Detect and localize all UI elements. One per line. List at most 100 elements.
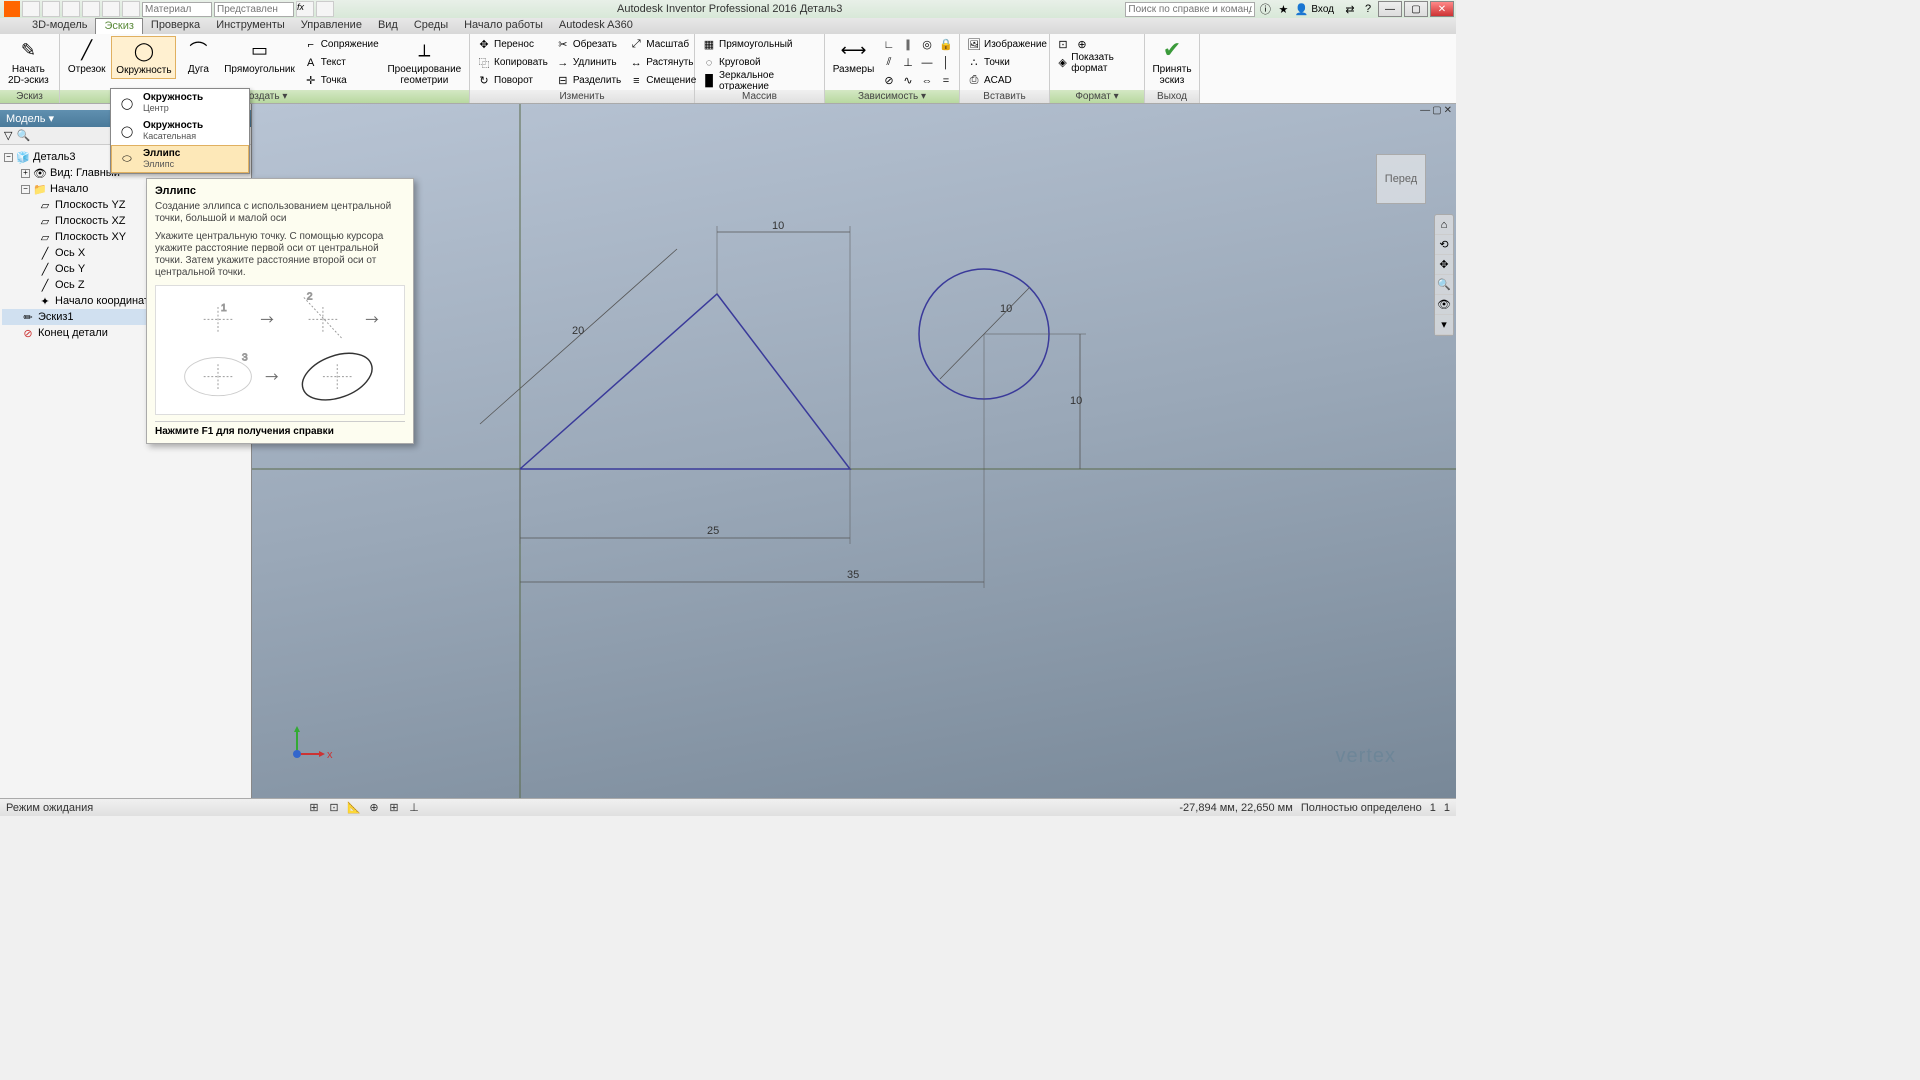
offset-button[interactable]: ≡Смещение <box>626 72 699 89</box>
tab-view[interactable]: Вид <box>370 18 406 34</box>
constraint-symmetric-icon[interactable]: ⇔ <box>918 72 936 89</box>
sketch-canvas[interactable]: 20 10 10 10 25 35 x Перед ⌂ ⟲ ✥ <box>252 104 1456 798</box>
rotate-button[interactable]: ↻Поворот <box>474 72 551 89</box>
constraint-smooth-icon[interactable]: ∿ <box>899 72 917 89</box>
scale-button[interactable]: ⤢Масштаб <box>626 36 699 53</box>
sb-icon-1[interactable]: ⊞ <box>306 801 322 815</box>
rectangle-button[interactable]: ▭Прямоугольник <box>220 36 298 77</box>
sb-icon-3[interactable]: 📐 <box>346 801 362 815</box>
split-icon: ⊟ <box>556 74 570 88</box>
doc-restore-icon[interactable]: ▢ <box>1432 105 1441 116</box>
constraint-fix-icon[interactable]: 🔒 <box>937 36 955 53</box>
material-select[interactable] <box>142 2 212 17</box>
app-logo-icon[interactable] <box>4 1 20 17</box>
constraint-coincident-icon[interactable]: ∟ <box>880 36 898 53</box>
trim-button[interactable]: ✂Обрезать <box>553 36 624 53</box>
dropdown-ellipse[interactable]: ⬭ ЭллипсЭллипс <box>111 145 249 173</box>
tab-sketch[interactable]: Эскиз <box>95 18 142 34</box>
constraint-horizontal-icon[interactable]: — <box>918 54 936 71</box>
tab-environments[interactable]: Среды <box>406 18 456 34</box>
point-button[interactable]: ✛Точка <box>301 72 382 89</box>
mirror-button[interactable]: ▐▌Зеркальное отражение <box>699 72 820 89</box>
swap-icon[interactable]: ⇄ <box>1342 2 1358 16</box>
insert-points-button[interactable]: ∴Точки <box>964 54 1050 71</box>
constraint-collinear-icon[interactable]: ∥ <box>899 36 917 53</box>
qat-fx-icon[interactable]: fx <box>296 1 314 17</box>
nav-pan-icon[interactable]: ✥ <box>1435 255 1453 275</box>
stretch-button[interactable]: ↔Растянуть <box>626 54 699 71</box>
user-icon[interactable]: 👤 <box>1293 2 1309 16</box>
tooltip-text-1: Создание эллипса с использованием центра… <box>155 201 405 225</box>
qat-undo-icon[interactable] <box>82 1 100 17</box>
nav-zoom-icon[interactable]: 🔍 <box>1435 275 1453 295</box>
qat-new-icon[interactable] <box>22 1 40 17</box>
fillet-button[interactable]: ⌐Сопряжение <box>301 36 382 53</box>
qat-home-icon[interactable] <box>122 1 140 17</box>
move-button[interactable]: ✥Перенос <box>474 36 551 53</box>
constraint-parallel-icon[interactable]: ⫽ <box>880 54 898 71</box>
circ-pattern-button[interactable]: ◌Круговой <box>699 54 820 71</box>
sb-ortho-icon[interactable]: ⊥ <box>406 801 422 815</box>
constraint-concentric-icon[interactable]: ◎ <box>918 36 936 53</box>
qat-redo-icon[interactable] <box>102 1 120 17</box>
copy-button[interactable]: ⿻Копировать <box>474 54 551 71</box>
status-bar: Режим ожидания ⊞ ⊡ 📐 ⊕ ⊞ ⊥ -27,894 мм, 2… <box>0 798 1456 816</box>
line-button[interactable]: ╱Отрезок <box>64 36 109 77</box>
qat-more-icon[interactable] <box>316 1 334 17</box>
close-button[interactable]: ✕ <box>1430 1 1454 17</box>
dropdown-circle-tangent[interactable]: ◯ ОкружностьКасательная <box>111 117 249 145</box>
sb-icon-2[interactable]: ⊡ <box>326 801 342 815</box>
format-construction-icon[interactable]: ⊡ <box>1054 36 1072 53</box>
constraint-tangent-icon[interactable]: ⊘ <box>880 72 898 89</box>
insert-acad-button[interactable]: ⎙ACAD <box>964 72 1050 89</box>
project-geometry-button[interactable]: ⟂Проецирование геометрии <box>384 36 465 88</box>
text-button[interactable]: AТекст <box>301 54 382 71</box>
filter-icon[interactable]: ▽ <box>4 129 12 142</box>
show-format-button[interactable]: ◈Показать формат <box>1054 54 1140 71</box>
star-icon[interactable]: ★ <box>1275 2 1291 16</box>
constraint-perpendicular-icon[interactable]: ⊥ <box>899 54 917 71</box>
fillet-icon: ⌐ <box>304 38 318 52</box>
extend-button[interactable]: →Удлинить <box>553 54 624 71</box>
split-button[interactable]: ⊟Разделить <box>553 72 624 89</box>
maximize-button[interactable]: ▢ <box>1404 1 1428 17</box>
info-icon[interactable]: ⓘ <box>1257 2 1273 16</box>
nav-more-icon[interactable]: ▾ <box>1435 315 1453 335</box>
nav-home-icon[interactable]: ⌂ <box>1435 215 1453 235</box>
arc-button[interactable]: ⌒Дуга <box>178 36 218 77</box>
format-centerline-icon[interactable]: ⊕ <box>1073 36 1091 53</box>
group-label-format[interactable]: Формат ▾ <box>1050 90 1144 103</box>
tab-get-started[interactable]: Начало работы <box>456 18 551 34</box>
qat-open-icon[interactable] <box>42 1 60 17</box>
group-label-constrain[interactable]: Зависимость ▾ <box>825 90 959 103</box>
login-link[interactable]: Вход <box>1311 4 1334 15</box>
constraint-vertical-icon[interactable]: │ <box>937 54 955 71</box>
constraint-equal-icon[interactable]: = <box>937 72 955 89</box>
rect-pattern-button[interactable]: ▦Прямоугольный <box>699 36 820 53</box>
doc-minimize-icon[interactable]: — <box>1420 105 1430 116</box>
doc-close-icon[interactable]: ✕ <box>1444 105 1452 116</box>
group-label-modify: Изменить <box>470 90 694 103</box>
insert-image-button[interactable]: 🖼Изображение <box>964 36 1050 53</box>
circle-button[interactable]: ◯Окружность <box>111 36 176 79</box>
help-icon[interactable]: ? <box>1360 2 1376 16</box>
dropdown-circle-center[interactable]: ◯ ОкружностьЦентр <box>111 89 249 117</box>
tab-a360[interactable]: Autodesk A360 <box>551 18 641 34</box>
view-cube[interactable]: Перед <box>1376 154 1426 204</box>
tab-manage[interactable]: Управление <box>293 18 370 34</box>
tab-tools[interactable]: Инструменты <box>208 18 293 34</box>
dimension-button[interactable]: ⟷Размеры <box>829 36 878 77</box>
minimize-button[interactable]: — <box>1378 1 1402 17</box>
nav-look-icon[interactable]: 👁 <box>1435 295 1453 315</box>
help-search-input[interactable] <box>1125 2 1255 17</box>
nav-orbit-icon[interactable]: ⟲ <box>1435 235 1453 255</box>
sb-snap-icon[interactable]: ⊕ <box>366 801 382 815</box>
tab-inspect[interactable]: Проверка <box>143 18 208 34</box>
tab-3d-model[interactable]: 3D-модель <box>24 18 95 34</box>
find-icon[interactable]: 🔍 <box>16 129 30 142</box>
appearance-select[interactable] <box>214 2 294 17</box>
qat-save-icon[interactable] <box>62 1 80 17</box>
sb-grid-icon[interactable]: ⊞ <box>386 801 402 815</box>
finish-sketch-button[interactable]: ✔Принять эскиз <box>1149 36 1195 88</box>
start-2d-sketch-button[interactable]: ✎ Начать 2D-эскиз <box>4 36 53 88</box>
